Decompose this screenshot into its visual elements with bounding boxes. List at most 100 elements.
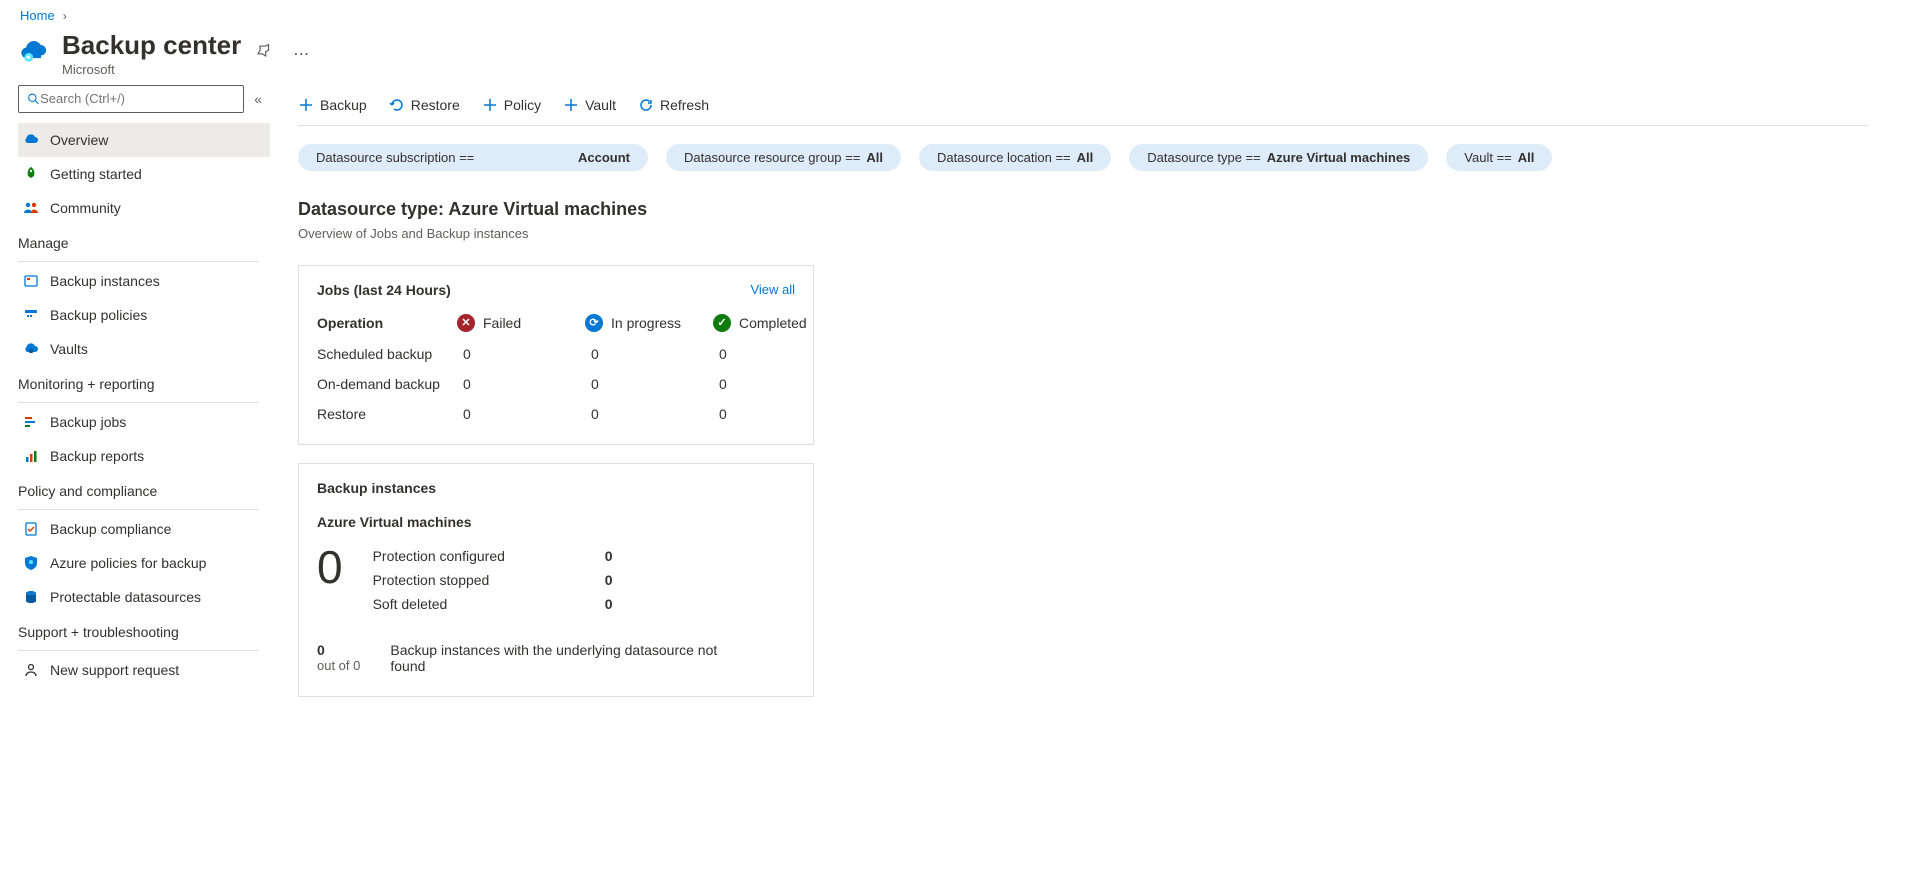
bi-total-count: 0 xyxy=(317,544,343,616)
more-button[interactable]: ⋯ xyxy=(289,40,313,68)
jobs-row: On-demand backup 0 0 0 xyxy=(317,376,795,392)
search-input[interactable] xyxy=(40,91,235,106)
instances-icon xyxy=(22,272,40,290)
sidebar-item-backup-jobs[interactable]: Backup jobs xyxy=(18,405,270,439)
plus-icon xyxy=(563,97,579,113)
nav-group-policy: Policy and compliance xyxy=(18,473,270,505)
bi-row: Protection configured 0 xyxy=(373,544,613,568)
nav-group-support: Support + troubleshooting xyxy=(18,614,270,646)
filter-subscription[interactable]: Datasource subscription == Account xyxy=(298,144,648,171)
sidebar: « Overview Getting started Community Man… xyxy=(0,85,270,889)
job-completed-count: 0 xyxy=(713,346,813,362)
nav-group-manage: Manage xyxy=(18,225,270,257)
filter-label: Vault == xyxy=(1464,150,1511,165)
support-icon xyxy=(22,661,40,679)
toolbar-refresh-button[interactable]: Refresh xyxy=(638,97,709,113)
jobs-row: Scheduled backup 0 0 0 xyxy=(317,346,795,362)
jobs-view-all-link[interactable]: View all xyxy=(750,282,795,297)
sidebar-item-label: Community xyxy=(50,200,121,216)
page-title: Backup center xyxy=(62,31,241,60)
job-failed-count: 0 xyxy=(457,376,585,392)
compliance-icon xyxy=(22,520,40,538)
filter-location[interactable]: Datasource location == All xyxy=(919,144,1111,171)
completed-column-header: ✓ Completed xyxy=(713,314,813,332)
bi-row-value: 0 xyxy=(605,548,613,564)
filter-value: All xyxy=(1077,150,1094,165)
rocket-icon xyxy=(22,165,40,183)
section-description: Overview of Jobs and Backup instances xyxy=(298,226,1908,241)
people-icon xyxy=(22,199,40,217)
job-inprogress-count: 0 xyxy=(585,346,713,362)
sidebar-item-label: Backup policies xyxy=(50,307,147,323)
cloud-icon xyxy=(22,131,40,149)
failed-column-header: ✕ Failed xyxy=(457,314,585,332)
bi-subtitle: Azure Virtual machines xyxy=(317,514,795,530)
toolbar-policy-button[interactable]: Policy xyxy=(482,97,541,113)
calendar-icon xyxy=(22,306,40,324)
restore-icon xyxy=(389,97,405,113)
toolbar: Backup Restore Policy Vault Refresh xyxy=(298,85,1868,126)
failed-icon: ✕ xyxy=(457,314,475,332)
sidebar-item-backup-reports[interactable]: Backup reports xyxy=(18,439,270,473)
filter-label: Datasource subscription == xyxy=(316,150,474,165)
section-title: Datasource type: Azure Virtual machines xyxy=(298,199,1908,220)
jobs-icon xyxy=(22,413,40,431)
sidebar-item-label: Azure policies for backup xyxy=(50,555,206,571)
bi-footer-count: 0 out of 0 xyxy=(317,642,360,673)
filter-label: Datasource resource group == xyxy=(684,150,860,165)
sidebar-item-backup-compliance[interactable]: Backup compliance xyxy=(18,512,270,546)
breadcrumb-home[interactable]: Home xyxy=(20,8,55,23)
job-failed-count: 0 xyxy=(457,406,585,422)
job-completed-count: 0 xyxy=(713,376,813,392)
sidebar-item-backup-instances[interactable]: Backup instances xyxy=(18,264,270,298)
sidebar-item-community[interactable]: Community xyxy=(18,191,270,225)
bi-card-title: Backup instances xyxy=(317,480,795,496)
job-completed-count: 0 xyxy=(713,406,813,422)
sidebar-item-protectable-datasources[interactable]: Protectable datasources xyxy=(18,580,270,614)
filter-value: All xyxy=(1518,150,1535,165)
pin-button[interactable] xyxy=(253,39,277,68)
toolbar-label: Restore xyxy=(411,97,460,113)
filter-row: Datasource subscription == Account Datas… xyxy=(298,126,1908,179)
sidebar-item-backup-policies[interactable]: Backup policies xyxy=(18,298,270,332)
completed-icon: ✓ xyxy=(713,314,731,332)
sidebar-item-vaults[interactable]: Vaults xyxy=(18,332,270,366)
sidebar-item-getting-started[interactable]: Getting started xyxy=(18,157,270,191)
sidebar-item-label: Vaults xyxy=(50,341,88,357)
filter-value: Azure Virtual machines xyxy=(1267,150,1411,165)
filter-type[interactable]: Datasource type == Azure Virtual machine… xyxy=(1129,144,1428,171)
bi-row: Protection stopped 0 xyxy=(373,568,613,592)
jobs-table-header: Operation ✕ Failed ⟳ In progress ✓ Compl… xyxy=(317,314,795,332)
filter-resource-group[interactable]: Datasource resource group == All xyxy=(666,144,901,171)
bi-footer-text: Backup instances with the underlying dat… xyxy=(390,642,730,674)
jobs-row: Restore 0 0 0 xyxy=(317,406,795,422)
chevron-right-icon: › xyxy=(63,9,67,23)
toolbar-backup-button[interactable]: Backup xyxy=(298,97,367,113)
nav-divider xyxy=(18,509,258,510)
plus-icon xyxy=(298,97,314,113)
job-failed-count: 0 xyxy=(457,346,585,362)
search-box[interactable] xyxy=(18,85,244,113)
plus-icon xyxy=(482,97,498,113)
operation-column-header: Operation xyxy=(317,315,457,331)
toolbar-vault-button[interactable]: Vault xyxy=(563,97,616,113)
nav-divider xyxy=(18,261,258,262)
toolbar-restore-button[interactable]: Restore xyxy=(389,97,460,113)
job-inprogress-count: 0 xyxy=(585,376,713,392)
sidebar-item-label: Backup jobs xyxy=(50,414,126,430)
filter-value: Account xyxy=(578,150,630,165)
sidebar-item-new-support-request[interactable]: New support request xyxy=(18,653,270,687)
bi-row-value: 0 xyxy=(605,596,613,612)
job-operation: Restore xyxy=(317,406,457,422)
bi-row-value: 0 xyxy=(605,572,613,588)
job-inprogress-count: 0 xyxy=(585,406,713,422)
bi-row-label: Soft deleted xyxy=(373,596,448,612)
vault-icon xyxy=(22,340,40,358)
jobs-card-title: Jobs (last 24 Hours) xyxy=(317,282,451,298)
collapse-sidebar-button[interactable]: « xyxy=(254,91,262,107)
sidebar-item-label: Backup reports xyxy=(50,448,144,464)
filter-vault[interactable]: Vault == All xyxy=(1446,144,1552,171)
sidebar-item-azure-policies[interactable]: Azure policies for backup xyxy=(18,546,270,580)
bi-row-label: Protection configured xyxy=(373,548,505,564)
sidebar-item-overview[interactable]: Overview xyxy=(18,123,270,157)
